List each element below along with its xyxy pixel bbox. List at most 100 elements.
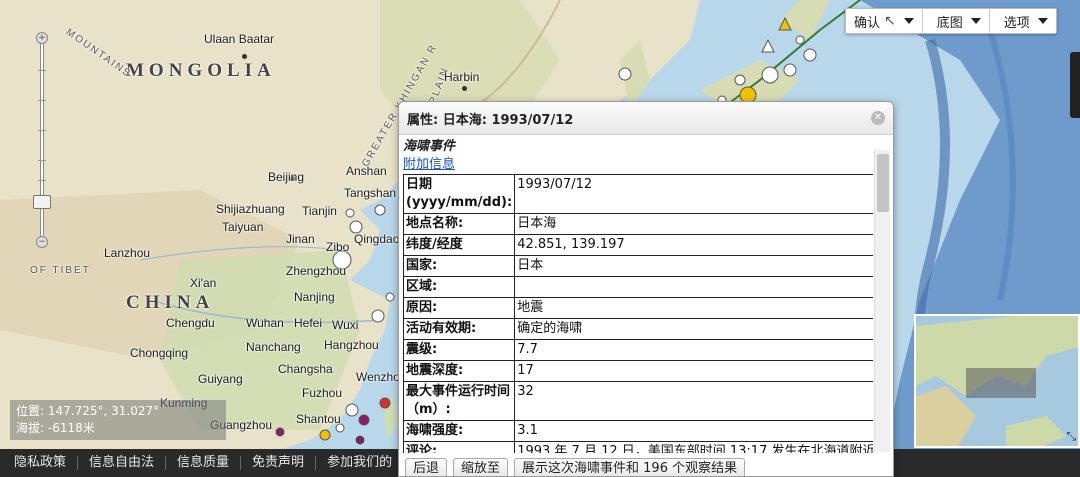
table-row: 国家: 日本	[402, 255, 873, 277]
footer-link-disclaimer[interactable]: 免责声明	[241, 456, 317, 470]
attr-value	[514, 276, 873, 298]
basemap-label: 底图	[936, 15, 963, 31]
map-label-harbin: Harbin	[444, 70, 480, 84]
table-row: 纬度/经度 42.851, 139.197	[402, 234, 873, 256]
map-label-hefei: Hefei	[294, 316, 323, 330]
attr-key: 震级:	[402, 339, 516, 361]
attr-key: 海啸强度:	[402, 420, 516, 442]
chevron-down-icon	[1037, 18, 1048, 24]
table-row: 地点名称: 日本海	[402, 213, 873, 235]
map-label-beijing: Beijing	[268, 170, 305, 184]
popup-scrollbar[interactable]	[874, 150, 890, 452]
map-label-tianjin: Tianjin	[302, 204, 337, 218]
table-row: 原因: 地震	[402, 297, 873, 319]
attr-key: 活动有效期:	[402, 318, 516, 340]
map-label-chengdu: Chengdu	[166, 316, 215, 330]
map-toolbar: 确认 ↖ 底图 选项	[845, 8, 1057, 34]
attributes-popup: 属性: 日本海: 1993/07/12 ✕ 海啸事件 附加信息 日期 (yyyy…	[398, 101, 894, 477]
attr-value: 7.7	[514, 339, 873, 361]
show-results-button[interactable]: 展示这次海啸事件和 196 个观察结果	[514, 458, 746, 476]
map-label-zhengzhou: Zhengzhou	[286, 264, 347, 278]
chevron-down-icon	[970, 18, 981, 24]
attr-value: 32	[514, 381, 873, 421]
map-label-mongolia: MONGOLIA	[126, 60, 276, 81]
map-label-wuhan: Wuhan	[246, 316, 284, 330]
overview-extent-box[interactable]	[966, 368, 1036, 398]
footer-link-foia[interactable]: 信息自由法	[78, 456, 167, 470]
map-label-china: CHINA	[126, 292, 215, 313]
zoom-out-button[interactable]: −	[36, 236, 48, 248]
map-label-hangzhou: Hangzhou	[324, 338, 379, 352]
map-label-shijiazhuang: Shijiazhuang	[216, 202, 285, 216]
elevation-text: 海拔: -6118米	[16, 421, 95, 435]
map-label-taiyuan: Taiyuan	[222, 220, 264, 234]
zoom-in-button[interactable]: +	[36, 32, 48, 44]
table-row: 地震深度: 17	[402, 360, 873, 382]
close-icon[interactable]: ✕	[871, 111, 885, 125]
map-label-xian: Xi'an	[190, 276, 217, 290]
attr-value: 1993 年 7 月 12 日，美国东部时间 13:17 发生在北海道附近	[514, 441, 873, 453]
attr-value: 1993/07/12	[514, 174, 873, 214]
footer-link-privacy[interactable]: 隐私政策	[0, 456, 79, 470]
table-row: 日期 (yyyy/mm/dd): 1993/07/12	[402, 174, 873, 214]
side-panel-handle[interactable]	[1070, 52, 1080, 118]
popup-body: 海啸事件 附加信息 日期 (yyyy/mm/dd): 1993/07/12 地点名称…	[399, 136, 873, 453]
attr-value: 日本	[514, 255, 873, 277]
overview-map[interactable]: ⤡	[914, 314, 1080, 448]
map-label-wuxi: Wuxi	[332, 318, 359, 332]
attr-value: 42.851, 139.197	[514, 234, 873, 256]
attr-key: 纬度/经度	[402, 234, 516, 256]
map-label-changsha: Changsha	[278, 362, 333, 376]
attr-key: 日期 (yyyy/mm/dd):	[402, 174, 516, 214]
table-row: 震级: 7.7	[402, 339, 873, 361]
options-button[interactable]: 选项	[990, 9, 1056, 33]
map-label-ulaanbaatar: Ulaan Baatar	[204, 32, 275, 46]
footer-link-join[interactable]: 参加我们的	[316, 456, 403, 470]
attr-key: 地点名称:	[402, 213, 516, 235]
chevron-down-icon	[903, 18, 914, 24]
attr-key: 最大事件运行时间（m）:	[402, 381, 516, 421]
popup-title: 属性: 日本海: 1993/07/12	[407, 112, 574, 128]
map-label-nanchang: Nanchang	[246, 340, 301, 354]
footer-link-quality[interactable]: 信息质量	[166, 456, 242, 470]
map-label-shantou: Shantou	[296, 412, 341, 426]
map-label-fuzhou: Fuzhou	[302, 386, 343, 400]
attr-value: 17	[514, 360, 873, 382]
attr-key: 评论:	[402, 441, 516, 453]
back-button[interactable]: 后退	[405, 458, 448, 476]
map-label-qingdao: Qingdao	[354, 232, 400, 246]
attr-key: 地震深度:	[402, 360, 516, 382]
basemap-button[interactable]: 底图	[923, 9, 990, 33]
map-label-tibet: OF TIBET	[30, 265, 91, 276]
pointer-icon: ↖	[884, 13, 896, 29]
zoom-to-button[interactable]: 缩放至	[453, 458, 509, 476]
map-label-jinan: Jinan	[286, 232, 315, 246]
attr-key: 国家:	[402, 255, 516, 277]
map-label-chongqing: Chongqing	[130, 346, 189, 360]
section-title: 海啸事件	[403, 139, 456, 154]
popup-actions: 后退 缩放至 展示这次海啸事件和 196 个观察结果	[399, 454, 893, 476]
map-label-anshan: Anshan	[346, 164, 387, 178]
options-label: 选项	[1003, 15, 1030, 31]
position-text: 位置: 147.725°, 31.027°	[16, 404, 160, 418]
attr-key: 区域:	[402, 276, 516, 298]
map-label-zibo: Zibo	[326, 240, 350, 254]
zoom-slider[interactable]: + −	[32, 30, 52, 250]
additional-info-link[interactable]: 附加信息	[403, 156, 869, 174]
confirm-label: 确认	[854, 15, 881, 31]
scroll-thumb[interactable]	[877, 154, 889, 212]
popup-header: 属性: 日本海: 1993/07/12 ✕	[399, 102, 893, 135]
map-label-nanjing: Nanjing	[294, 290, 335, 304]
attributes-table: 日期 (yyyy/mm/dd): 1993/07/12 地点名称: 日本海 纬度/经度 4…	[402, 174, 873, 453]
attr-key: 原因:	[402, 297, 516, 319]
coordinate-readout: 位置: 147.725°, 31.027° 海拔: -6118米	[10, 400, 226, 440]
map-label-guiyang: Guiyang	[198, 372, 243, 386]
attr-value: 地震	[514, 297, 873, 319]
table-row: 评论: 1993 年 7 月 12 日，美国东部时间 13:17 发生在北海道附近	[402, 441, 873, 453]
table-row: 海啸强度: 3.1	[402, 420, 873, 442]
confirm-button[interactable]: 确认 ↖	[846, 9, 923, 33]
table-row: 最大事件运行时间（m）: 32	[402, 381, 873, 421]
zoom-thumb[interactable]	[33, 195, 51, 209]
attr-value: 日本海	[514, 213, 873, 235]
resize-icon[interactable]: ⤡	[1066, 429, 1076, 444]
